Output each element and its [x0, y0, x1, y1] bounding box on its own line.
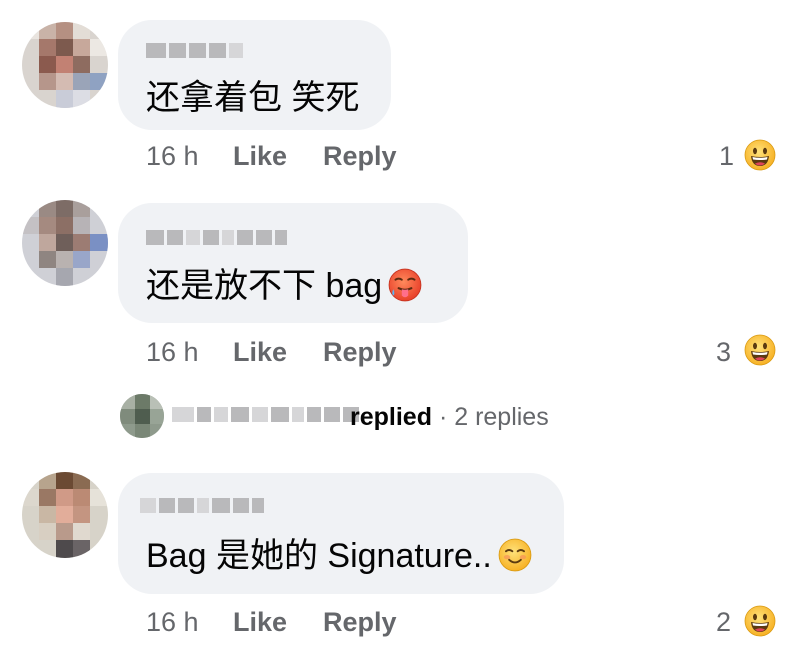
avatar[interactable] [22, 472, 108, 558]
grinning-face-icon[interactable] [744, 334, 776, 366]
comment-timestamp[interactable]: 16 h [146, 140, 199, 172]
reaction-count[interactable]: 1 [719, 140, 734, 172]
commenter-name[interactable] [146, 230, 290, 245]
comment-timestamp[interactable]: 16 h [146, 336, 199, 368]
reply-avatar[interactable] [120, 394, 164, 438]
avatar[interactable] [22, 200, 108, 286]
hot-face-icon [388, 268, 422, 302]
grinning-face-icon[interactable] [744, 139, 776, 171]
comment-text: 还拿着包 笑死 [146, 79, 360, 117]
separator-dot: · [438, 403, 448, 431]
avatar[interactable] [22, 22, 108, 108]
replies-count: 2 replies [454, 403, 549, 431]
smiling-face-icon [498, 538, 532, 572]
reply-button[interactable]: Reply [323, 336, 397, 368]
comment-timestamp[interactable]: 16 h [146, 606, 199, 638]
replier-name[interactable] [172, 407, 362, 422]
comment-text-body: 还是放不下 bag [146, 267, 383, 305]
grinning-face-icon[interactable] [744, 605, 776, 637]
comment-text: Bag 是她的 Signature.. [146, 536, 532, 576]
reply-button[interactable]: Reply [323, 606, 397, 638]
comment-text-body: Bag 是她的 Signature.. [146, 537, 492, 575]
commenter-name[interactable] [140, 498, 267, 513]
reply-button[interactable]: Reply [323, 140, 397, 172]
replied-label: replied [350, 403, 432, 431]
like-button[interactable]: Like [233, 606, 287, 638]
commenter-name[interactable] [146, 43, 246, 58]
like-button[interactable]: Like [233, 140, 287, 172]
reaction-count[interactable]: 3 [716, 336, 731, 368]
view-replies-link[interactable]: replied · 2 replies [350, 402, 549, 432]
reaction-count[interactable]: 2 [716, 606, 731, 638]
like-button[interactable]: Like [233, 336, 287, 368]
comment-text: 还是放不下 bag [146, 266, 422, 306]
